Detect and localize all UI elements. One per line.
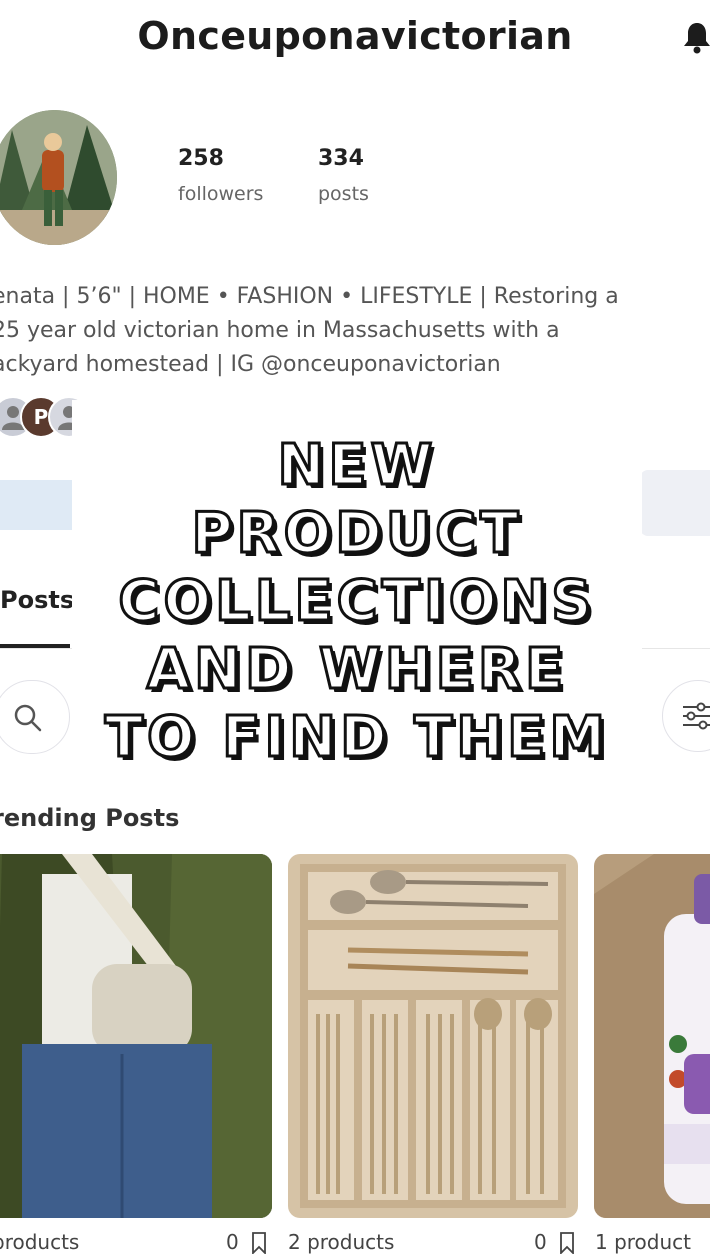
card-save-count: 0 [226,1230,239,1254]
bookmark-icon[interactable] [559,1232,575,1254]
overlay-headline: NEW PRODUCT COLLECTIONS AND WHERE TO FIN… [72,432,642,772]
card-products-label: products [0,1230,80,1254]
post-card-image[interactable] [0,854,272,1218]
bookmark-icon[interactable] [251,1232,267,1254]
overlay-line: PRODUCT [190,500,523,568]
posts-stat[interactable]: 334 posts [318,146,369,205]
followers-count: 258 [178,146,224,171]
section-title: rending Posts [0,804,180,832]
card-save-count: 0 [534,1230,547,1254]
bio-line: 25 year old victorian home in Massachuse… [0,318,560,343]
overlay-line: NEW [276,432,437,500]
profile-avatar[interactable] [0,110,117,245]
posts-label: posts [318,183,369,205]
profile-title: Onceuponavictorian [137,14,573,58]
tab-posts[interactable]: Posts [0,586,74,614]
card-products-label: 1 product [595,1230,692,1254]
filter-sliders-icon [683,702,710,730]
filter-button[interactable] [662,680,710,752]
follow-button[interactable] [0,480,80,530]
search-input[interactable] [0,680,70,754]
secondary-button[interactable] [640,470,710,536]
search-icon [14,704,42,732]
overlay-line: TO FIND THEM [103,704,610,772]
followers-stat[interactable]: 258 followers [178,146,263,205]
post-card-image[interactable] [288,854,578,1218]
overlay-line: COLLECTIONS [117,568,596,636]
post-card-image[interactable] [594,854,710,1218]
bio-line: enata | 5’6" | HOME • FASHION • LIFESTYL… [0,284,619,309]
followers-label: followers [178,183,264,205]
posts-count: 334 [318,146,364,171]
bell-icon[interactable] [682,20,710,54]
card-products-label: 2 products [288,1230,395,1254]
bio-line: ackyard homestead | IG @onceuponavictori… [0,352,501,377]
profile-bio: enata | 5’6" | HOME • FASHION • LIFESTYL… [0,280,710,382]
overlay-line: AND WHERE [145,636,568,704]
